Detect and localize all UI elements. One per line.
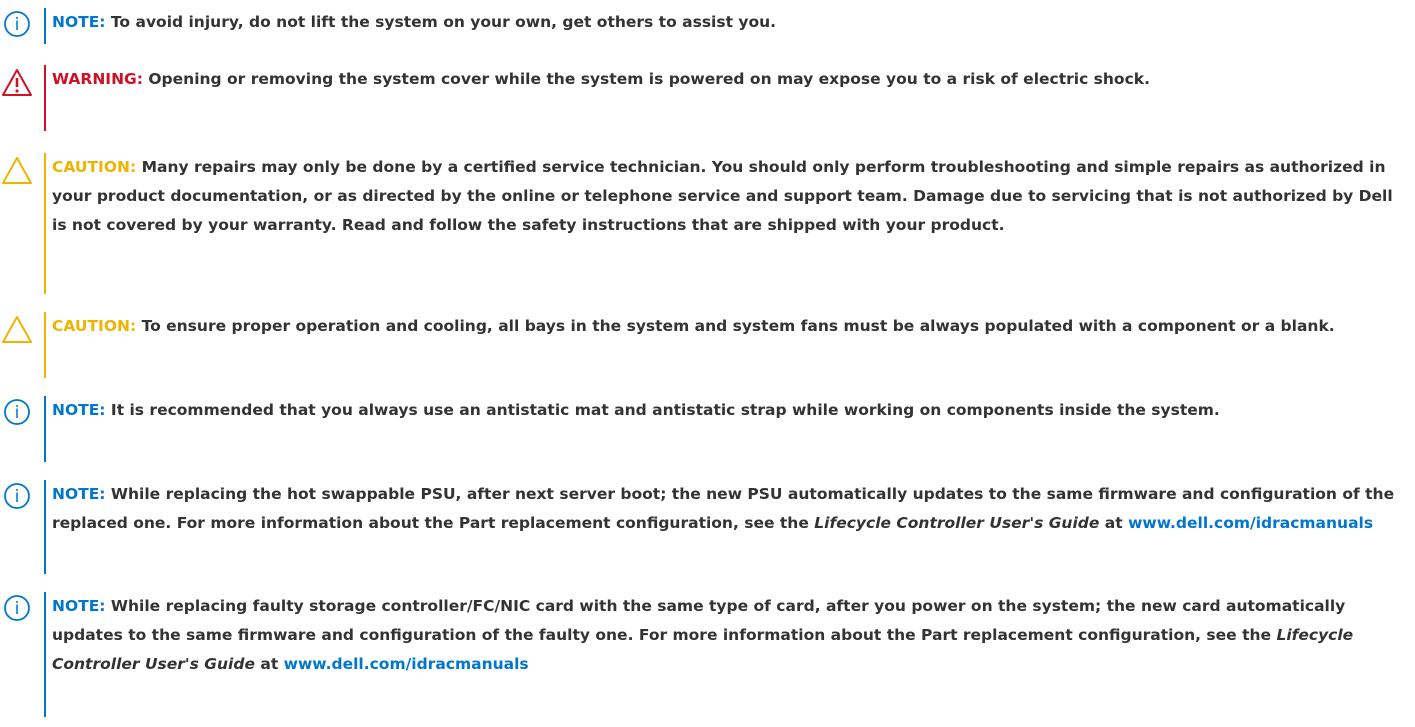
warning-label: WARNING: [52,70,143,88]
caution-label: CAUTION: [52,317,137,335]
note-label: NOTE: [52,485,106,503]
note-label: NOTE: [52,13,106,31]
warning-body: Opening or removing the system cover whi… [148,70,1150,88]
note-text: NOTE: While replacing the hot swappable … [52,480,1402,538]
note-bar [44,8,46,44]
info-circle-icon: i [0,592,38,628]
svg-text:i: i [15,599,20,619]
caution-bar [44,312,46,378]
info-circle-icon: i [0,396,38,432]
note-body: While replacing faulty storage controlle… [52,597,1346,644]
note-text: NOTE: To avoid injury, do not lift the s… [52,8,1402,37]
svg-text:i: i [15,403,20,423]
note-bar [44,592,46,717]
at-word: at [1104,514,1123,532]
caution-block: CAUTION: To ensure proper operation and … [0,312,1415,378]
warning-text: WARNING: Opening or removing the system … [52,65,1402,94]
guide-title: Lifecycle Controller User's Guide [814,514,1100,532]
idracmanuals-link[interactable]: www.dell.com/idracmanuals [1128,514,1373,532]
caution-block: CAUTION: Many repairs may only be done b… [0,153,1415,294]
note-body: It is recommended that you always use an… [110,401,1220,419]
note-label: NOTE: [52,401,106,419]
warning-bar [44,65,46,131]
caution-triangle-icon [0,312,38,348]
info-circle-icon: i [0,8,38,44]
caution-text: CAUTION: To ensure proper operation and … [52,312,1402,341]
note-bar [44,396,46,462]
note-bar [44,480,46,574]
warning-block: WARNING: Opening or removing the system … [0,65,1415,131]
caution-bar [44,153,46,294]
caution-text: CAUTION: Many repairs may only be done b… [52,153,1402,240]
safety-notes: i NOTE: To avoid injury, do not lift the… [0,0,1415,727]
note-block: i NOTE: While replacing faulty storage c… [0,592,1415,717]
svg-text:i: i [15,487,20,507]
idracmanuals-link[interactable]: www.dell.com/idracmanuals [284,655,529,673]
info-circle-icon: i [0,480,38,516]
caution-body: To ensure proper operation and cooling, … [141,317,1335,335]
note-label: NOTE: [52,597,106,615]
note-text: NOTE: While replacing faulty storage con… [52,592,1402,679]
note-block: i NOTE: It is recommended that you alway… [0,396,1415,462]
caution-body: Many repairs may only be done by a certi… [52,158,1393,234]
note-block: i NOTE: To avoid injury, do not lift the… [0,8,1415,44]
svg-text:i: i [15,15,20,35]
caution-label: CAUTION: [52,158,137,176]
note-block: i NOTE: While replacing the hot swappabl… [0,480,1415,574]
caution-triangle-icon [0,153,38,189]
note-body: To avoid injury, do not lift the system … [110,13,777,31]
note-text: NOTE: It is recommended that you always … [52,396,1402,425]
warning-triangle-icon [0,65,38,101]
at-word: at [260,655,279,673]
